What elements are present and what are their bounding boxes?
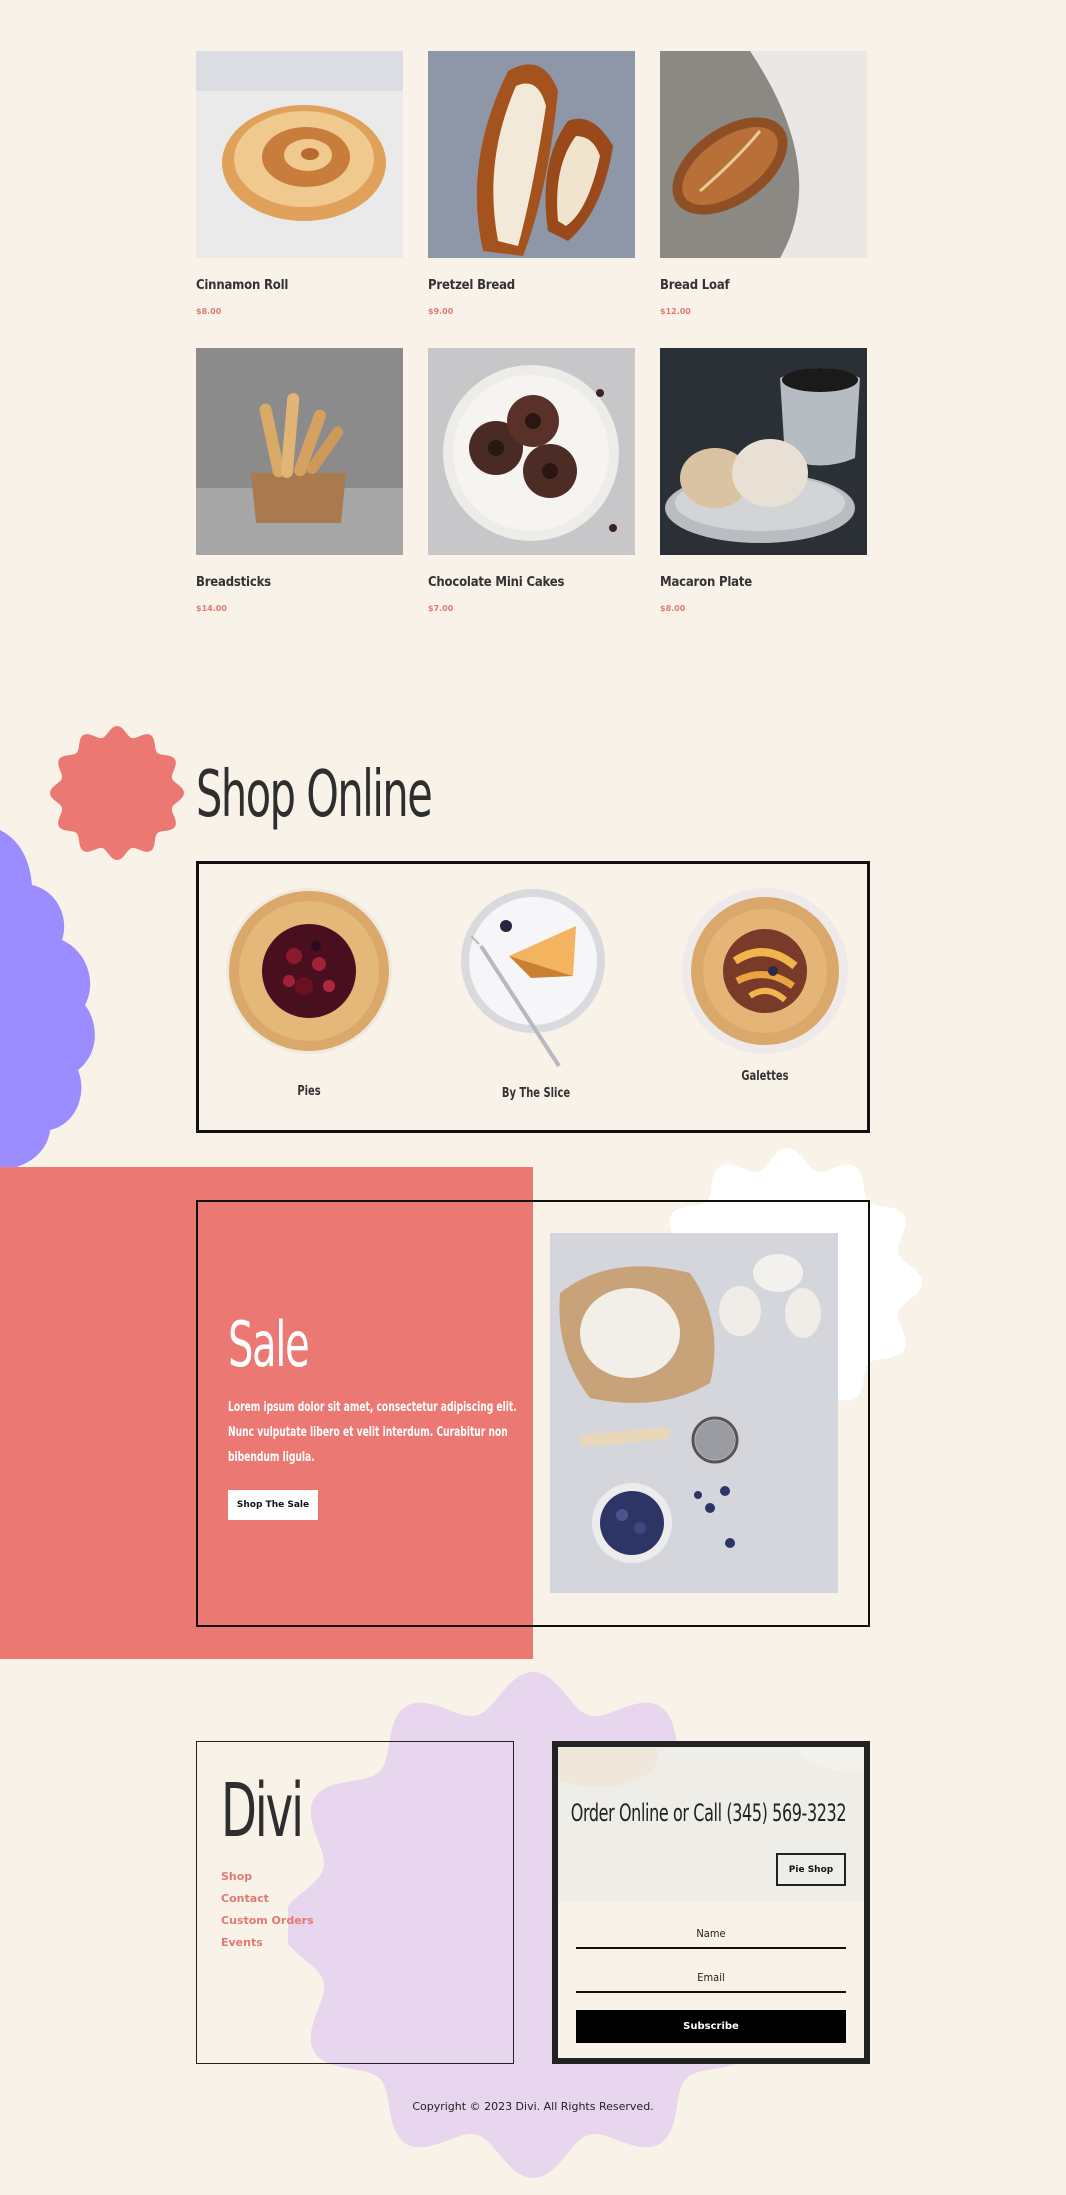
category-label: By The Slice <box>501 1086 571 1101</box>
product-name[interactable]: Bread Loaf <box>660 278 730 293</box>
product-card[interactable]: Cinnamon Roll $8.00 <box>196 51 403 321</box>
product-image[interactable] <box>660 51 867 258</box>
product-card[interactable]: Bread Loaf $12.00 <box>660 51 867 321</box>
order-hero-image: Order Online or Call (345) 569-3232 Pie … <box>558 1747 864 1902</box>
pie-slice-image <box>461 889 605 1068</box>
footer-link-events[interactable]: Events <box>221 1936 263 1949</box>
footer-link-shop[interactable]: Shop <box>221 1870 252 1883</box>
category-label: Pies <box>297 1084 321 1099</box>
purple-wave-shape <box>0 830 95 1170</box>
product-image[interactable] <box>196 51 403 258</box>
category-label: Galettes <box>741 1069 789 1084</box>
shop-the-sale-button[interactable]: Shop The Sale <box>228 1490 318 1520</box>
category-by-the-slice[interactable]: By The Slice <box>461 886 611 1126</box>
product-price: $7.00 <box>428 604 454 613</box>
baking-ingredients-photo <box>550 1233 838 1593</box>
product-price: $14.00 <box>196 604 227 613</box>
product-name[interactable]: Cinnamon Roll <box>196 278 288 293</box>
shop-online-title: Shop Online <box>196 758 433 832</box>
email-field[interactable] <box>576 1963 846 1993</box>
product-price: $8.00 <box>196 307 222 316</box>
shop-categories-box: Pies By The Slice Galettes <box>196 861 870 1133</box>
product-image[interactable] <box>660 348 867 555</box>
category-galettes[interactable]: Galettes <box>675 886 855 1126</box>
peach-galette-image <box>682 888 848 1054</box>
divi-logo[interactable]: Divi <box>221 1768 304 1854</box>
berry-galette-image <box>226 888 392 1054</box>
product-name[interactable]: Pretzel Bread <box>428 278 515 293</box>
category-pies[interactable]: Pies <box>224 886 394 1126</box>
product-image[interactable] <box>428 51 635 258</box>
product-image[interactable] <box>428 348 635 555</box>
order-online-box: Order Online or Call (345) 569-3232 Pie … <box>552 1741 870 2064</box>
name-field[interactable] <box>576 1919 846 1949</box>
sale-description: Lorem ipsum dolor sit amet, consectetur … <box>228 1400 517 1465</box>
product-image[interactable] <box>196 348 403 555</box>
copyright-text: Copyright © 2023 Divi. All Rights Reserv… <box>412 2100 654 2113</box>
product-price: $8.00 <box>660 604 686 613</box>
product-price: $12.00 <box>660 307 691 316</box>
product-price: $9.00 <box>428 307 454 316</box>
footer-link-custom-orders[interactable]: Custom Orders <box>221 1914 314 1927</box>
product-name[interactable]: Breadsticks <box>196 575 271 590</box>
pie-shop-button[interactable]: Pie Shop <box>776 1853 846 1886</box>
product-card[interactable]: Macaron Plate $8.00 <box>660 348 867 618</box>
sale-title: Sale <box>228 1308 310 1381</box>
subscribe-button[interactable]: Subscribe <box>576 2010 846 2043</box>
product-name[interactable]: Macaron Plate <box>660 575 752 590</box>
product-name[interactable]: Chocolate Mini Cakes <box>428 575 564 590</box>
product-card[interactable]: Pretzel Bread $9.00 <box>428 51 635 321</box>
order-title: Order Online or Call (345) 569-3232 <box>570 1799 847 1827</box>
product-card[interactable]: Chocolate Mini Cakes $7.00 <box>428 348 635 618</box>
footer-link-contact[interactable]: Contact <box>221 1892 269 1905</box>
product-card[interactable]: Breadsticks $14.00 <box>196 348 403 618</box>
